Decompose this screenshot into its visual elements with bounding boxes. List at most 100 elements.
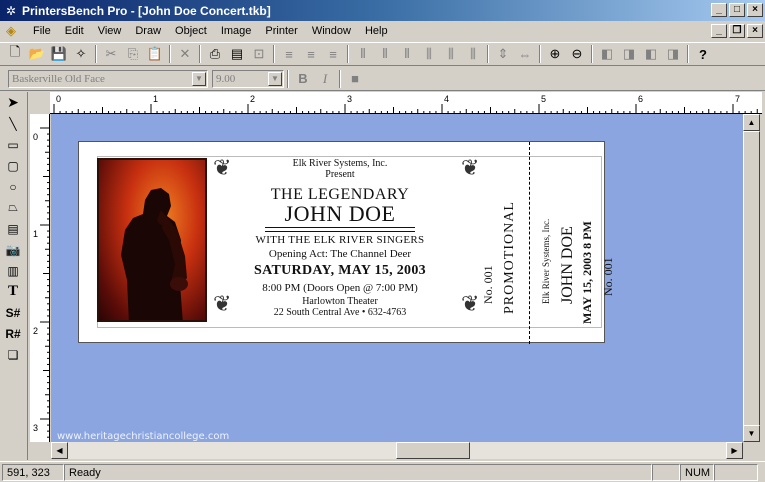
design-canvas[interactable]: ❦ ❦ ❦ ❦ Elk River Systems, Inc. Present …	[51, 114, 743, 442]
doc-restore-button[interactable]: ❐	[729, 24, 745, 38]
open-icon[interactable]: 📂	[26, 44, 48, 64]
menu-file[interactable]: File	[26, 25, 58, 37]
font-family-select[interactable]: Baskerville Old Face ▼	[8, 69, 208, 88]
ticket-number[interactable]: No. 001	[481, 265, 496, 304]
horizontal-scroll-thumb[interactable]	[396, 442, 470, 459]
scroll-right-icon[interactable]: ▶	[726, 442, 743, 459]
promotional-text[interactable]: PROMOTIONAL	[502, 201, 518, 314]
align-obj-left-icon[interactable]: ⫴	[352, 44, 374, 64]
copy-icon[interactable]: ⎘	[122, 44, 144, 64]
italic-button[interactable]: I	[314, 69, 336, 89]
pointer-tool-icon[interactable]: ➤	[0, 92, 26, 113]
address-text[interactable]: 22 South Central Ave • 632-4763	[209, 307, 471, 318]
barcode-tool-icon[interactable]: ▥	[0, 260, 26, 281]
send-backward-icon[interactable]: ◨	[662, 44, 684, 64]
align-obj-vcenter-icon[interactable]: ⫼	[440, 44, 462, 64]
close-button[interactable]: ×	[747, 3, 763, 17]
minimize-button[interactable]: _	[711, 3, 727, 17]
color-icon[interactable]: ■	[344, 69, 366, 89]
space-horizontal-icon[interactable]: ⇔	[514, 44, 536, 64]
doc-close-button[interactable]: ×	[747, 24, 763, 38]
wizard-icon[interactable]: ✧	[70, 44, 92, 64]
doc-minimize-button[interactable]: _	[711, 24, 727, 38]
menu-object[interactable]: Object	[168, 25, 214, 37]
stub-number-text[interactable]: No. 001	[601, 257, 616, 296]
rounded-rect-tool-icon[interactable]: ▢	[0, 155, 26, 176]
stub-company-text[interactable]: Elk River Systems, Inc.	[541, 219, 551, 304]
stub-date-text[interactable]: MAY 15, 2003 8 PM	[580, 221, 595, 324]
menu-view[interactable]: View	[91, 25, 129, 37]
company-text[interactable]: Elk River Systems, Inc.	[209, 158, 471, 169]
align-obj-top-icon[interactable]: ⫼	[418, 44, 440, 64]
font-size-select[interactable]: 9.00 ▼	[212, 69, 284, 88]
scroll-left-icon[interactable]: ◀	[51, 442, 68, 459]
opening-act-text[interactable]: Opening Act: The Channel Deer	[209, 248, 471, 260]
menu-draw[interactable]: Draw	[128, 25, 168, 37]
time-text[interactable]: 8:00 PM (Doors Open @ 7:00 PM)	[209, 282, 471, 294]
text-tool-icon[interactable]: T	[0, 281, 26, 302]
chevron-down-icon[interactable]: ▼	[268, 71, 282, 86]
venue-text[interactable]: Harlowton Theater	[209, 296, 471, 307]
saxophone-photo[interactable]	[97, 158, 207, 322]
delete-icon[interactable]: ✕	[174, 44, 196, 64]
frame-tool-icon[interactable]: ▤	[0, 218, 26, 239]
space-vertical-icon[interactable]: ⇕	[492, 44, 514, 64]
print-icon[interactable]: ⎙	[204, 44, 226, 64]
scroll-down-icon[interactable]: ▼	[743, 425, 760, 442]
bold-button[interactable]: B	[292, 69, 314, 89]
align-left-icon[interactable]: ≡	[278, 44, 300, 64]
properties-icon[interactable]: ⊡	[248, 44, 270, 64]
line-tool-icon[interactable]: ╲	[0, 113, 26, 134]
zoom-out-icon[interactable]: ⊖	[566, 44, 588, 64]
bring-forward-icon[interactable]: ◧	[640, 44, 662, 64]
serial-number-tool-icon[interactable]: S#	[0, 302, 26, 323]
perforation-line	[529, 142, 530, 344]
scroll-up-icon[interactable]: ▲	[743, 114, 760, 131]
format-toolbar: Baskerville Old Face ▼ 9.00 ▼ B I ■	[0, 67, 765, 91]
document-icon[interactable]: ◈	[6, 23, 22, 39]
date-text[interactable]: SATURDAY, MAY 15, 2003	[209, 263, 471, 279]
cut-icon[interactable]: ✂	[100, 44, 122, 64]
send-back-icon[interactable]: ◨	[618, 44, 640, 64]
print-preview-icon[interactable]: ▤	[226, 44, 248, 64]
clipart-tool-icon[interactable]: ❏	[0, 344, 26, 365]
vertical-scroll-thumb[interactable]	[743, 131, 760, 431]
ellipse-tool-icon[interactable]: ○	[0, 176, 26, 197]
menu-help[interactable]: Help	[358, 25, 395, 37]
align-obj-bottom-icon[interactable]: ⫼	[462, 44, 484, 64]
menu-image[interactable]: Image	[214, 25, 259, 37]
horizontal-scrollbar[interactable]: ◀ ▶	[51, 442, 743, 459]
new-icon[interactable]: 🗋	[4, 44, 26, 64]
align-obj-right-icon[interactable]: ⫴	[396, 44, 418, 64]
align-center-icon[interactable]: ≡	[300, 44, 322, 64]
align-obj-hcenter-icon[interactable]: ⫴	[374, 44, 396, 64]
font-family-value: Baskerville Old Face	[12, 72, 105, 85]
save-icon[interactable]: 💾	[48, 44, 70, 64]
align-right-icon[interactable]: ≡	[322, 44, 344, 64]
menu-printer[interactable]: Printer	[258, 25, 304, 37]
maximize-button[interactable]: □	[729, 3, 745, 17]
menu-window[interactable]: Window	[305, 25, 358, 37]
artist-text[interactable]: JOHN DOE	[209, 203, 471, 225]
ruler-label: 2	[33, 326, 38, 336]
zoom-in-icon[interactable]: ⊕	[544, 44, 566, 64]
ruler-label: 0	[56, 94, 61, 104]
with-singers-text[interactable]: WITH THE ELK RIVER SINGERS	[209, 234, 471, 246]
help-icon[interactable]: ?	[692, 44, 714, 64]
image-tool-icon[interactable]: 📷	[0, 239, 26, 260]
chevron-down-icon[interactable]: ▼	[192, 71, 206, 86]
stub-artist-text[interactable]: JOHN DOE	[559, 226, 577, 304]
repeat-number-tool-icon[interactable]: R#	[0, 323, 26, 344]
menu-edit[interactable]: Edit	[58, 25, 91, 37]
paste-icon[interactable]: 📋	[144, 44, 166, 64]
rectangle-tool-icon[interactable]: ▭	[0, 134, 26, 155]
polygon-tool-icon[interactable]: ⏢	[0, 197, 26, 218]
ticket-main-text[interactable]: Elk River Systems, Inc. Present THE LEGE…	[209, 156, 471, 326]
ticket[interactable]: ❦ ❦ ❦ ❦ Elk River Systems, Inc. Present …	[79, 142, 615, 344]
vertical-scrollbar[interactable]: ▲ ▼	[743, 114, 760, 442]
present-text[interactable]: Present	[209, 169, 471, 180]
bring-front-icon[interactable]: ◧	[596, 44, 618, 64]
ticket-page[interactable]: ❦ ❦ ❦ ❦ Elk River Systems, Inc. Present …	[78, 141, 615, 344]
ruler-corner	[30, 92, 50, 114]
menu-bar: ◈ File Edit View Draw Object Image Print…	[0, 21, 765, 41]
